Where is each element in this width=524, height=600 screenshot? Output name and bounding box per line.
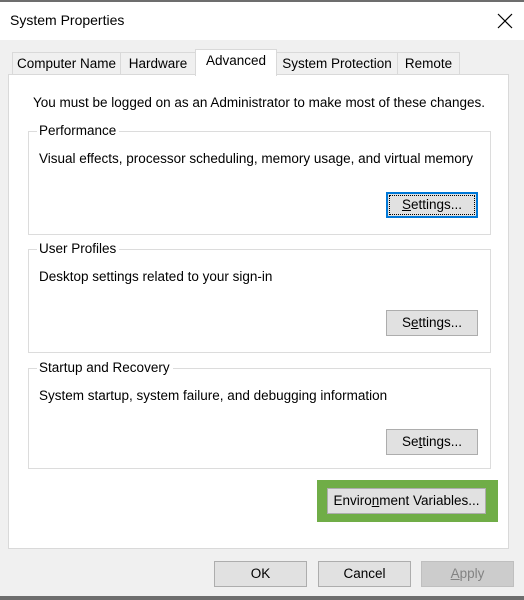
tab-remote[interactable]: Remote xyxy=(397,52,460,74)
apply-button[interactable]: Apply xyxy=(421,561,514,587)
advanced-tab-panel: You must be logged on as an Administrato… xyxy=(8,74,509,549)
environment-variables-button[interactable]: Environment Variables... xyxy=(327,488,486,514)
admin-note: You must be logged on as an Administrato… xyxy=(33,95,486,110)
user-profiles-settings-button[interactable]: Settings... xyxy=(386,310,478,336)
window-title: System Properties xyxy=(10,12,125,28)
performance-description: Visual effects, processor scheduling, me… xyxy=(39,151,473,166)
window-bottom-border xyxy=(0,596,524,600)
performance-group-title: Performance xyxy=(37,123,120,138)
tab-system-protection[interactable]: System Protection xyxy=(276,52,398,74)
performance-settings-button[interactable]: Settings... xyxy=(386,192,478,218)
tab-computer-name[interactable]: Computer Name xyxy=(12,52,121,74)
cancel-button[interactable]: Cancel xyxy=(318,561,411,587)
ok-button[interactable]: OK xyxy=(214,561,307,587)
user-profiles-description: Desktop settings related to your sign-in xyxy=(39,269,273,284)
tab-hardware[interactable]: Hardware xyxy=(120,52,196,74)
environment-variables-highlight: Environment Variables... xyxy=(317,480,498,522)
startup-recovery-settings-button[interactable]: Settings... xyxy=(386,429,478,455)
user-profiles-group: User Profiles Desktop settings related t… xyxy=(28,241,491,353)
close-button[interactable] xyxy=(490,8,520,34)
close-icon xyxy=(497,13,513,29)
startup-recovery-description: System startup, system failure, and debu… xyxy=(39,388,388,403)
tab-advanced[interactable]: Advanced xyxy=(195,49,277,76)
startup-recovery-group-title: Startup and Recovery xyxy=(37,360,173,375)
startup-recovery-group: Startup and Recovery System startup, sys… xyxy=(28,360,491,469)
performance-group: Performance Visual effects, processor sc… xyxy=(28,123,491,235)
user-profiles-group-title: User Profiles xyxy=(37,241,120,256)
title-bar[interactable]: System Properties xyxy=(0,2,524,40)
